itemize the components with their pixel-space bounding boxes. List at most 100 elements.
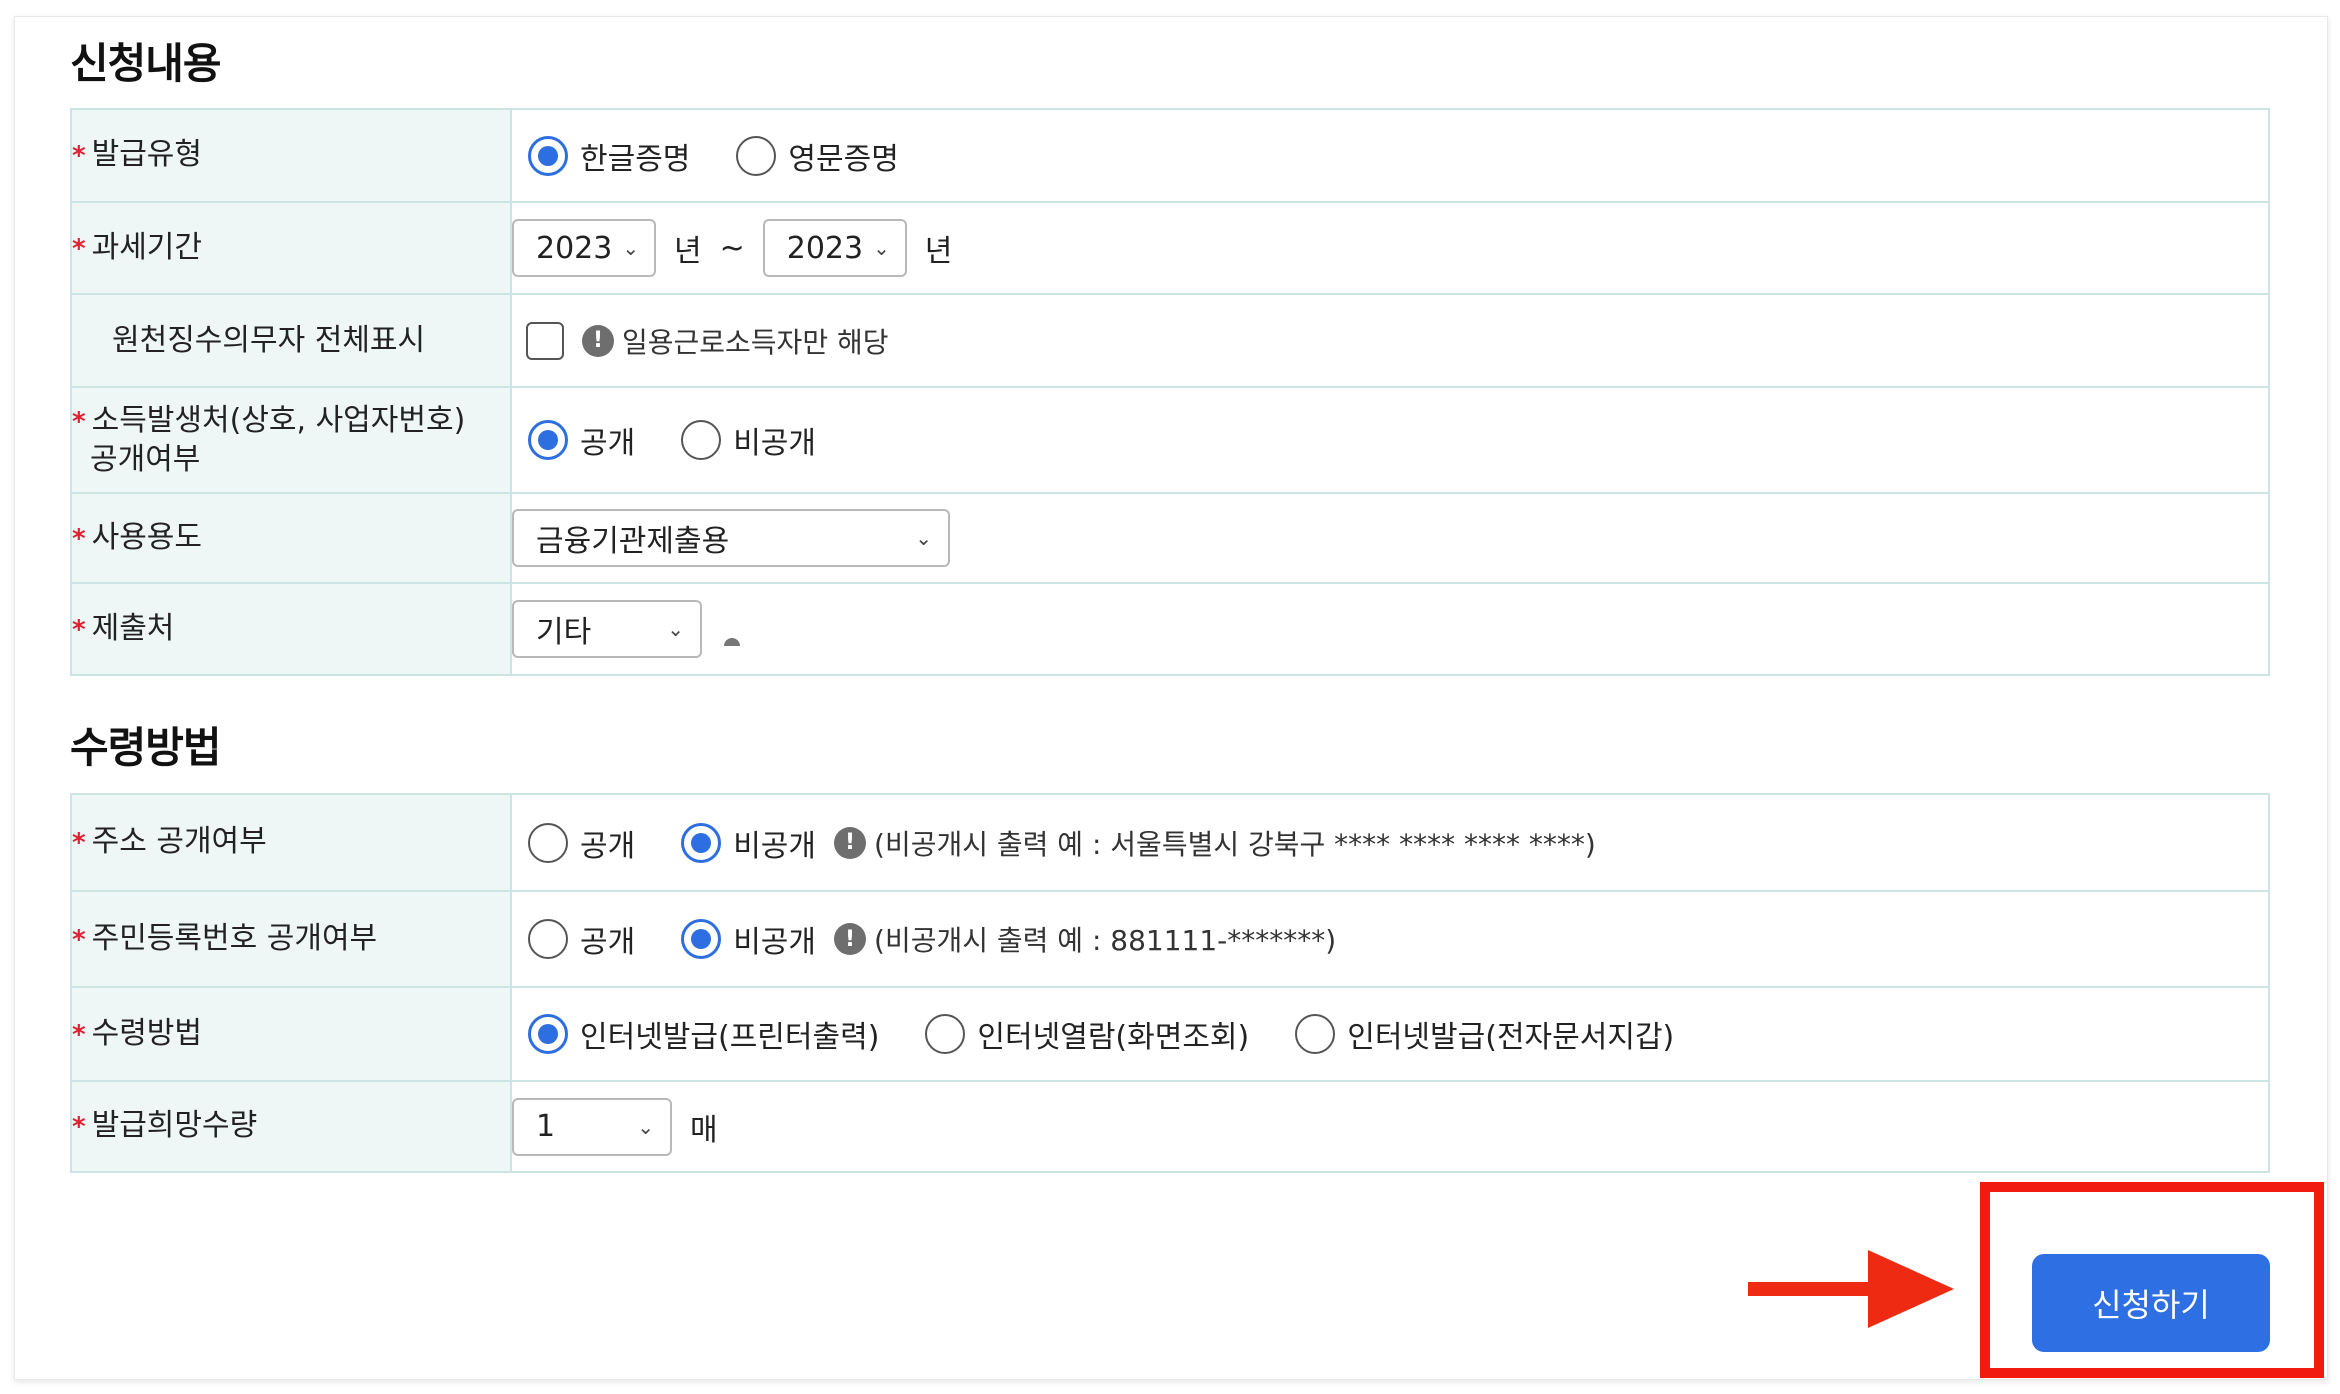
address-note: (비공개시 출력 예 : 서울특별시 강북구 **** **** **** **… (874, 827, 1596, 861)
withholding-note: 일용근로소득자만 해당 (622, 325, 889, 359)
radio-income-private[interactable] (681, 420, 722, 460)
required-mark: * (72, 828, 86, 858)
row-address-public: * 주소 공개여부 공개 비공개 ! (비공개시 출력 예 : 서울특별시 강북구… (70, 793, 2270, 892)
label-cell: * 과세기간 (70, 201, 512, 295)
year-unit: 년 (674, 234, 702, 269)
radio-address-private[interactable] (681, 822, 722, 863)
range-separator: ~ (719, 230, 745, 266)
radio-label[interactable]: 인터넷열람(화면조회) (977, 1012, 1249, 1056)
tax-period-to-select[interactable]: 2023 ⌄ (762, 219, 907, 277)
required-mark: * (72, 141, 86, 171)
radio-label[interactable]: 한글증명 (580, 134, 690, 178)
value-cell: ! 일용근로소득자만 해당 (510, 293, 2270, 388)
required-mark: * (72, 1019, 86, 1050)
label-cell: * 소득발생처(상호, 사업자번호) 공개여부 (70, 386, 512, 494)
chevron-down-icon: ⌄ (667, 617, 684, 641)
select-value: 기타 (536, 615, 592, 650)
value-cell: 공개 비공개 (510, 386, 2270, 494)
required-mark: * (72, 924, 86, 955)
value-cell: 2023 ⌄ 년 ~ 2023 ⌄ 년 (510, 201, 2270, 295)
submit-to-label: 제출처 (91, 610, 175, 646)
radio-receive-print[interactable] (528, 1014, 568, 1054)
required-mark: * (72, 614, 86, 645)
value-cell: 1 ⌄ 매 (510, 1080, 2270, 1173)
radio-receive-view[interactable] (925, 1014, 966, 1054)
apply-form-table: * 발급유형 한글증명 영문증명 * 과세기간 2023 ⌄ 년 ~ 2023 … (70, 108, 2270, 676)
label-cell: * 사용용도 (70, 492, 512, 584)
withholding-checkbox[interactable] (526, 321, 564, 360)
info-icon: ! (582, 324, 614, 357)
row-quantity: * 발급희망수량 1 ⌄ 매 (70, 1080, 2270, 1173)
chevron-down-icon: ⌄ (915, 526, 932, 550)
chevron-down-icon: ⌄ (637, 1114, 654, 1139)
select-value: 2023 (786, 230, 864, 266)
label-cell: * 발급희망수량 (70, 1080, 512, 1173)
radio-label[interactable]: 공개 (580, 821, 635, 865)
submit-to-select[interactable]: 기타 ⌄ (512, 600, 702, 658)
required-mark: * (72, 406, 86, 437)
row-receive-method: * 수령방법 인터넷발급(프린터출력) 인터넷열람(화면조회) 인터넷발급(전자문… (70, 986, 2270, 1082)
radio-rrn-public[interactable] (528, 919, 568, 959)
radio-rrn-private[interactable] (681, 919, 722, 959)
receive-method-label: 수령방법 (91, 1015, 203, 1051)
usage-label: 사용용도 (91, 519, 203, 555)
select-value: 2023 (536, 230, 613, 266)
radio-issue-english[interactable] (736, 135, 777, 176)
radio-income-public[interactable] (528, 420, 568, 460)
radio-label[interactable]: 인터넷발급(전자문서지갑) (1347, 1012, 1674, 1056)
radio-label[interactable]: 비공개 (733, 418, 816, 462)
label-cell: * 주소 공개여부 (70, 793, 512, 892)
value-cell: 한글증명 영문증명 (510, 108, 2270, 203)
radio-label[interactable]: 비공개 (733, 821, 816, 865)
label-cell: * 제출처 (70, 582, 512, 676)
quantity-unit: 매 (690, 1112, 718, 1148)
radio-address-public[interactable] (528, 822, 568, 863)
required-mark: * (72, 233, 86, 264)
chevron-down-icon: ⌄ (873, 236, 890, 260)
highlight-box (1980, 1182, 2324, 1378)
row-tax-period: * 과세기간 2023 ⌄ 년 ~ 2023 ⌄ 년 (70, 201, 2270, 295)
select-value: 금융기관제출용 (536, 524, 730, 559)
info-icon: ! (834, 923, 867, 955)
loading-indicator (724, 638, 740, 646)
tax-period-from-select[interactable]: 2023 ⌄ (512, 219, 656, 277)
usage-select[interactable]: 금융기관제출용 ⌄ (512, 509, 950, 567)
section-title-receive: 수령방법 (70, 723, 222, 772)
required-mark: * (72, 1112, 86, 1142)
row-rrn-public: * 주민등록번호 공개여부 공개 비공개 ! (비공개시 출력 예 : 88111… (70, 890, 2270, 988)
section-title-apply: 신청내용 (70, 39, 222, 88)
value-cell: 금융기관제출용 ⌄ (510, 492, 2270, 584)
tax-period-label: 과세기간 (91, 229, 203, 265)
value-cell: 기타 ⌄ (510, 582, 2270, 676)
radio-label[interactable]: 비공개 (733, 917, 816, 961)
row-usage: * 사용용도 금융기관제출용 ⌄ (70, 492, 2270, 584)
row-income-source: * 소득발생처(상호, 사업자번호) 공개여부 공개 비공개 (70, 386, 2270, 494)
rrn-public-label: 주민등록번호 공개여부 (91, 920, 378, 956)
income-source-label-2: 공개여부 (90, 441, 201, 477)
row-withholding: 원천징수의무자 전체표시 ! 일용근로소득자만 해당 (70, 293, 2270, 388)
radio-label[interactable]: 공개 (580, 418, 635, 462)
radio-label[interactable]: 영문증명 (788, 134, 898, 178)
row-issue-type: * 발급유형 한글증명 영문증명 (70, 108, 2270, 203)
radio-issue-korean[interactable] (528, 135, 568, 176)
year-unit: 년 (924, 234, 953, 269)
value-cell: 인터넷발급(프린터출력) 인터넷열람(화면조회) 인터넷발급(전자문서지갑) (510, 986, 2270, 1082)
required-mark: * (72, 523, 86, 554)
label-cell: 원천징수의무자 전체표시 (70, 293, 512, 388)
arrow-right-icon (1748, 1282, 1868, 1296)
issue-type-label: 발급유형 (91, 137, 203, 172)
value-cell: 공개 비공개 ! (비공개시 출력 예 : 881111-*******) (510, 890, 2270, 988)
label-cell: * 발급유형 (70, 108, 512, 203)
receive-form-table: * 주소 공개여부 공개 비공개 ! (비공개시 출력 예 : 서울특별시 강북구… (70, 793, 2270, 1173)
radio-label[interactable]: 인터넷발급(프린터출력) (580, 1012, 879, 1056)
quantity-select[interactable]: 1 ⌄ (512, 1097, 672, 1156)
select-value: 1 (536, 1109, 556, 1144)
label-cell: * 수령방법 (70, 986, 512, 1082)
row-submit-to: * 제출처 기타 ⌄ (70, 582, 2270, 676)
withholding-label: 원천징수의무자 전체표시 (112, 322, 426, 358)
radio-receive-wallet[interactable] (1295, 1014, 1336, 1054)
radio-label[interactable]: 공개 (580, 917, 635, 961)
arrow-head-icon (1868, 1250, 1954, 1328)
rrn-note: (비공개시 출력 예 : 881111-*******) (874, 924, 1337, 957)
info-icon: ! (834, 826, 867, 859)
